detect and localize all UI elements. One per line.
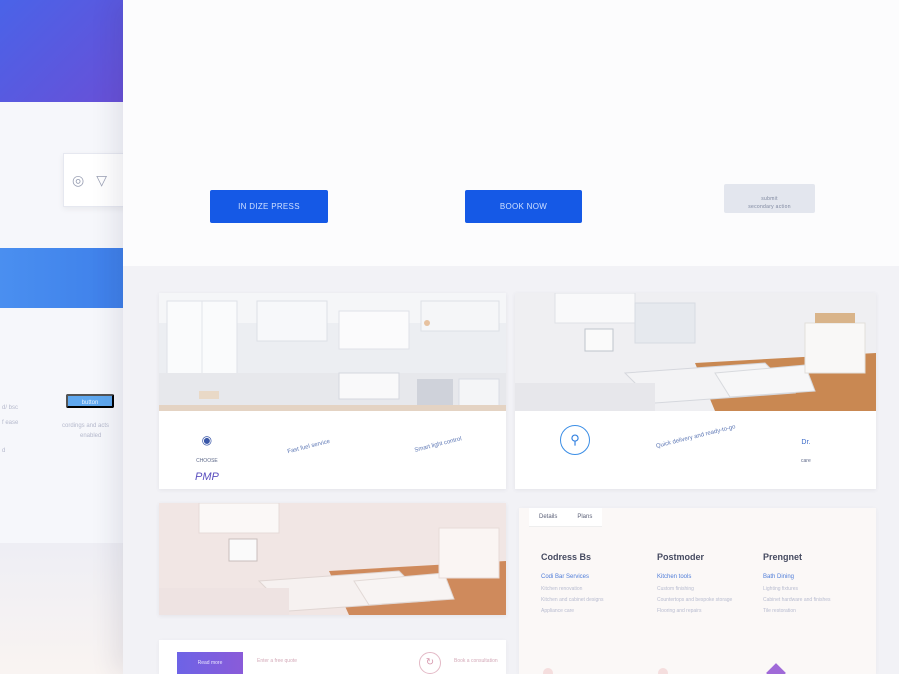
background-panel: ◎ ▽ d/ bsc f ease d button cordings and … bbox=[0, 0, 135, 674]
feature-sketch-text: Fast fuel service bbox=[286, 438, 331, 456]
column-title: Prengnet bbox=[763, 552, 803, 562]
decor-dot bbox=[543, 668, 553, 674]
lock-icon: ⚲ bbox=[560, 425, 590, 455]
refresh-icon: ↻ bbox=[419, 652, 441, 674]
column-title: Codress Bs bbox=[541, 552, 592, 562]
background-hero-banner bbox=[0, 0, 135, 102]
column-line: Tile restoration bbox=[763, 608, 796, 614]
background-lower-block bbox=[0, 543, 135, 674]
background-icon-card: ◎ ▽ bbox=[63, 153, 129, 207]
info-column: Codress Bs Codi Bar Services Kitchen ren… bbox=[541, 552, 651, 619]
feature-label: CHOOSE bbox=[196, 458, 218, 464]
feature-sketch-text: Smart light control bbox=[413, 436, 463, 454]
column-line: Kitchen and cabinet designs bbox=[541, 597, 604, 603]
column-title: Postmoder bbox=[657, 552, 705, 562]
bottom-card: Read more Enter a free quote ↻ Book a co… bbox=[159, 640, 506, 674]
tab-details[interactable]: Details bbox=[529, 508, 568, 526]
column-line: Kitchen renovation bbox=[541, 586, 583, 592]
info-tabs: Details Plans bbox=[529, 508, 603, 527]
read-more-button[interactable]: Read more bbox=[177, 652, 243, 674]
column-line: Lighting fixtures bbox=[763, 586, 799, 592]
column-line: Flooring and repairs bbox=[657, 608, 702, 614]
dining-photo bbox=[515, 293, 876, 411]
feature-item: ◉ CHOOSE PMP bbox=[195, 431, 219, 485]
column-line: Countertops and bespoke storage bbox=[657, 597, 733, 603]
shield-icon: ▽ bbox=[96, 171, 107, 188]
background-blue-band bbox=[0, 248, 135, 308]
column-line: Cabinet hardware and finishes bbox=[763, 597, 831, 603]
bottom-text: Enter a free quote bbox=[257, 658, 298, 664]
gallery-card[interactable] bbox=[159, 503, 506, 615]
decor-dot bbox=[658, 668, 668, 674]
feature-highlight: PMP bbox=[195, 471, 219, 483]
column-link[interactable]: Bath Dining bbox=[763, 574, 873, 580]
kitchen-photo bbox=[159, 293, 506, 411]
book-now-button[interactable]: BOOK NOW bbox=[465, 190, 582, 223]
background-small-line: enabled bbox=[80, 433, 102, 439]
column-link[interactable]: Kitchen tools bbox=[657, 574, 767, 580]
background-faint-text: f ease bbox=[2, 420, 19, 426]
background-faint-text: d bbox=[2, 448, 6, 454]
feature-sublabel: care bbox=[801, 458, 811, 464]
bottom-text: Book a consultation bbox=[454, 658, 498, 664]
service-card[interactable]: ⚲ Quick delivery and ready-to-go Dr. car… bbox=[515, 293, 876, 489]
feature-item: Dr. care bbox=[801, 431, 811, 467]
service-card[interactable]: ◉ CHOOSE PMP Fast fuel service Smart lig… bbox=[159, 293, 506, 489]
background-pill-button[interactable]: button bbox=[66, 394, 114, 408]
info-column: Prengnet Bath Dining Lighting fixtures C… bbox=[763, 552, 873, 619]
primary-cta-button[interactable]: IN DIZE PRESS bbox=[210, 190, 328, 223]
main-page: IN DIZE PRESS BOOK NOW submit secondary … bbox=[123, 0, 899, 674]
feature-label: Dr. bbox=[801, 439, 811, 446]
background-faint-text: d/ bsc bbox=[2, 405, 19, 411]
tab-plans[interactable]: Plans bbox=[567, 508, 603, 526]
fingerprint-icon: ◎ bbox=[72, 171, 85, 188]
info-card: Details Plans Codress Bs Codi Bar Servic… bbox=[519, 508, 876, 674]
secondary-button-line2: secondary action bbox=[748, 203, 791, 210]
column-line: Appliance care bbox=[541, 608, 575, 614]
background-small-line: cordings and acts bbox=[62, 423, 110, 429]
secondary-button-line1: submit bbox=[761, 195, 778, 202]
badge-icon: ◉ bbox=[201, 433, 213, 447]
hero-section: IN DIZE PRESS BOOK NOW submit secondary … bbox=[123, 0, 899, 266]
secondary-button[interactable]: submit secondary action bbox=[724, 184, 815, 213]
column-line: Custom finishing bbox=[657, 586, 694, 592]
info-column: Postmoder Kitchen tools Custom finishing… bbox=[657, 552, 767, 619]
feature-sketch-text: Quick delivery and ready-to-go bbox=[655, 424, 737, 450]
dining-photo bbox=[159, 503, 506, 615]
column-link[interactable]: Codi Bar Services bbox=[541, 574, 651, 580]
